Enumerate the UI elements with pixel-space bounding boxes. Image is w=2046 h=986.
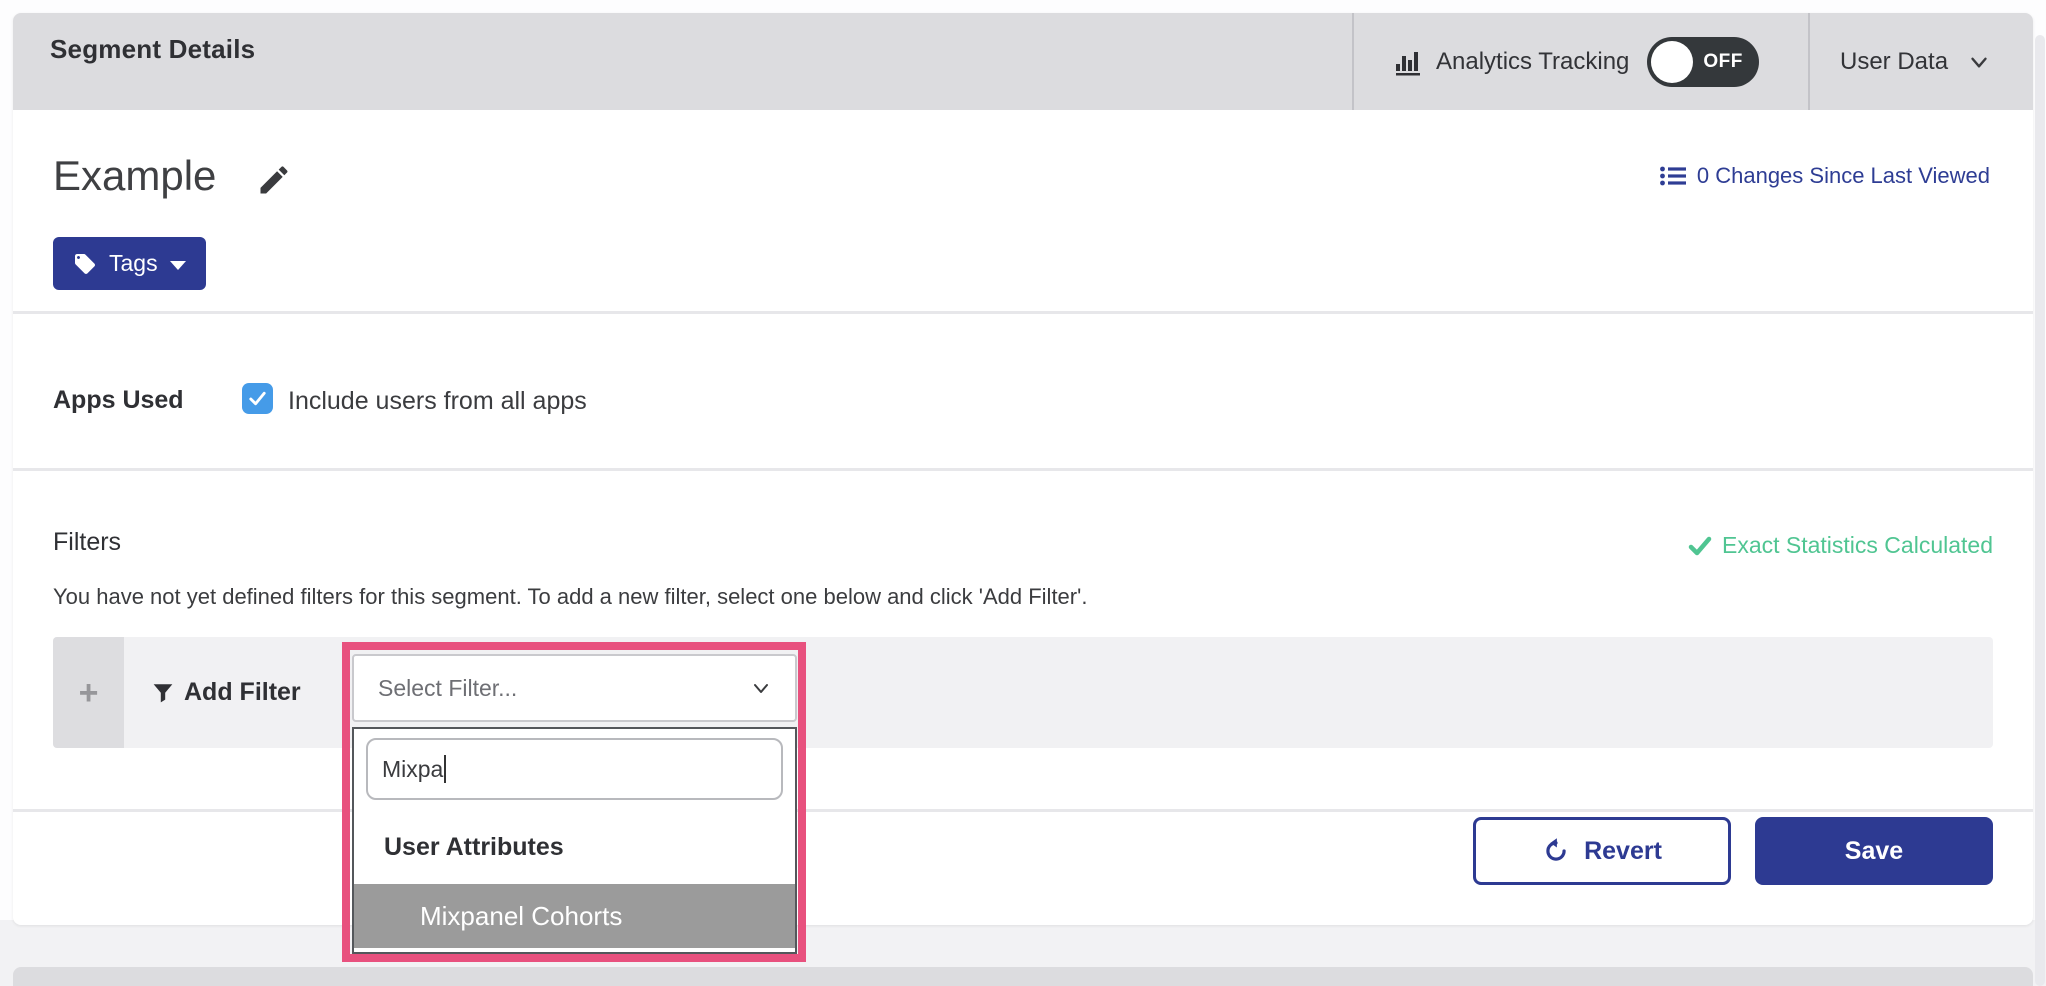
tags-button-label: Tags bbox=[109, 250, 158, 277]
include-all-apps-checkbox[interactable] bbox=[242, 383, 273, 414]
filter-search-input[interactable]: Mixpa bbox=[366, 738, 783, 800]
select-filter-value: Select Filter... bbox=[378, 675, 749, 702]
add-filter-plus-button[interactable]: + bbox=[53, 637, 124, 748]
select-filter-dropdown[interactable]: Select Filter... bbox=[352, 654, 797, 722]
tags-button[interactable]: Tags bbox=[53, 237, 206, 290]
bar-chart-icon bbox=[1394, 47, 1424, 77]
edit-pencil-icon[interactable] bbox=[256, 162, 292, 198]
dropdown-option-mixpanel-cohorts[interactable]: Mixpanel Cohorts bbox=[354, 884, 795, 948]
dropdown-option-label: Mixpanel Cohorts bbox=[420, 901, 622, 932]
add-filter-row bbox=[53, 637, 1993, 748]
user-data-dropdown[interactable]: User Data bbox=[1840, 13, 1992, 110]
header-divider bbox=[1808, 13, 1810, 110]
page-title: Segment Details bbox=[50, 34, 255, 65]
changes-link-label: 0 Changes Since Last Viewed bbox=[1697, 163, 1990, 189]
scrollbar[interactable] bbox=[2034, 0, 2046, 986]
section-divider bbox=[13, 311, 2033, 314]
revert-button[interactable]: Revert bbox=[1473, 817, 1731, 885]
tag-icon bbox=[73, 252, 97, 276]
include-all-apps-label: Include users from all apps bbox=[288, 387, 587, 416]
filters-title: Filters bbox=[53, 528, 121, 557]
user-data-label: User Data bbox=[1840, 48, 1948, 76]
filters-empty-text: You have not yet defined filters for thi… bbox=[53, 584, 1087, 610]
chevron-down-icon bbox=[1966, 49, 1992, 75]
caret-down-icon bbox=[170, 261, 186, 270]
checkmark-icon bbox=[246, 387, 269, 410]
add-filter-label: Add Filter bbox=[152, 637, 301, 748]
chevron-down-icon bbox=[749, 676, 773, 700]
analytics-tracking-group: Analytics Tracking OFF bbox=[1394, 13, 1759, 110]
analytics-tracking-label: Analytics Tracking bbox=[1436, 48, 1629, 76]
save-button[interactable]: Save bbox=[1755, 817, 1993, 885]
scrollbar-thumb[interactable] bbox=[2035, 35, 2045, 986]
exact-statistics-label: Exact Statistics Calculated bbox=[1722, 532, 1993, 559]
changes-since-last-viewed-link[interactable]: 0 Changes Since Last Viewed bbox=[1659, 163, 1990, 189]
filter-search-value: Mixpa bbox=[382, 756, 443, 783]
save-button-label: Save bbox=[1845, 837, 1903, 866]
text-cursor bbox=[444, 755, 446, 783]
section-divider bbox=[13, 468, 2033, 471]
revert-button-label: Revert bbox=[1584, 837, 1662, 866]
exact-statistics-badge: Exact Statistics Calculated bbox=[1688, 532, 1993, 559]
toggle-state-label: OFF bbox=[1703, 37, 1743, 87]
analytics-tracking-toggle[interactable]: OFF bbox=[1647, 37, 1759, 87]
segment-name: Example bbox=[53, 152, 216, 200]
section-divider bbox=[13, 809, 2033, 812]
funnel-icon bbox=[152, 682, 174, 704]
next-section-header bbox=[13, 967, 2033, 986]
dropdown-group-header: User Attributes bbox=[384, 833, 564, 862]
change-list-icon bbox=[1659, 163, 1687, 189]
undo-icon bbox=[1542, 837, 1570, 865]
header-divider bbox=[1352, 13, 1354, 110]
toggle-knob bbox=[1651, 41, 1693, 83]
plus-icon: + bbox=[79, 676, 99, 710]
filter-dropdown-panel: Mixpa User Attributes Mixpanel Cohorts bbox=[352, 727, 797, 954]
add-filter-label-text: Add Filter bbox=[184, 678, 301, 707]
segment-details-page: Segment Details Analytics Tracking OFF U… bbox=[0, 0, 2046, 986]
apps-used-label: Apps Used bbox=[53, 386, 184, 415]
check-icon bbox=[1688, 534, 1712, 558]
